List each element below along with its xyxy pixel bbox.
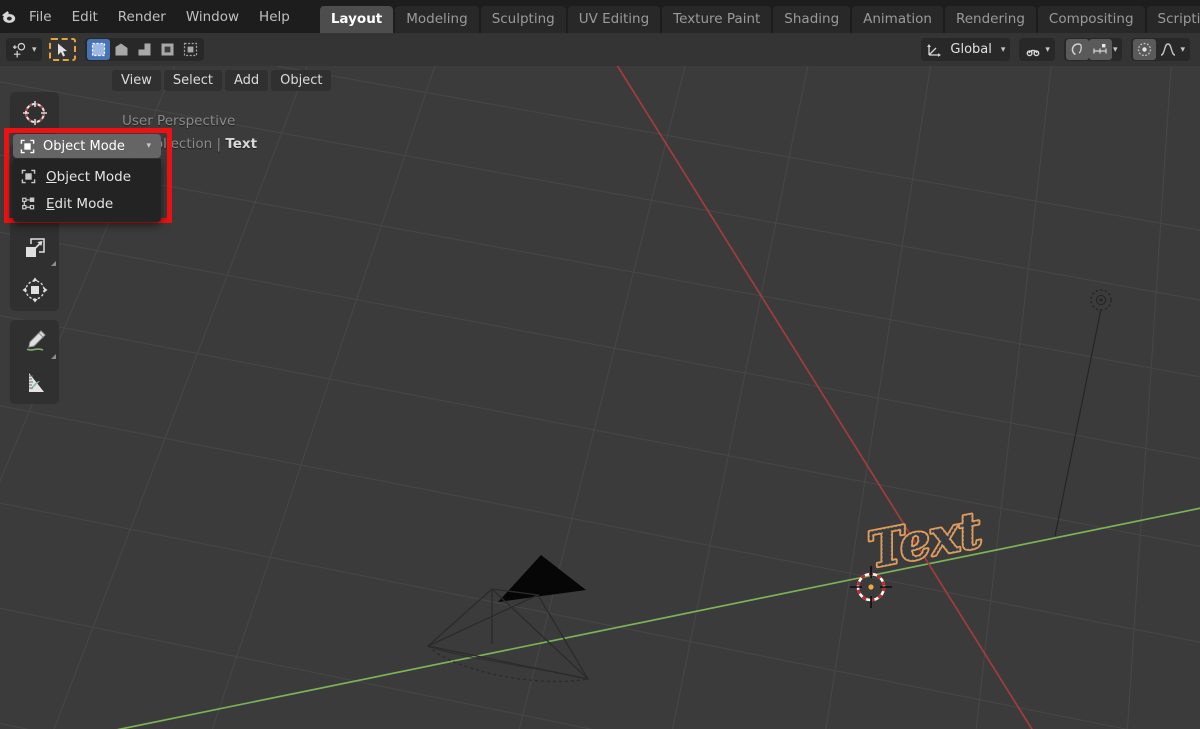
tweak-tool-button[interactable]: [49, 38, 76, 61]
top-bar: File Edit Render Window Help Layout Mode…: [0, 0, 1200, 33]
mode-option-object-mode[interactable]: Object Mode: [13, 163, 161, 190]
snapping-group[interactable]: ▾: [1019, 38, 1055, 61]
menu-help[interactable]: Help: [249, 5, 300, 29]
workspace-tab-shading[interactable]: Shading: [773, 6, 850, 33]
workspace-tab-sculpting[interactable]: Sculpting: [481, 6, 566, 33]
edit-mode-icon: [21, 196, 36, 211]
viewport-3d[interactable]: Text Text Text View Select Add Object Us…: [0, 66, 1200, 729]
tool-measure-icon[interactable]: [10, 362, 59, 404]
editor-type-3d-viewport-icon[interactable]: [8, 39, 31, 60]
menu-file[interactable]: File: [19, 5, 62, 29]
select-box-icon[interactable]: [87, 39, 110, 60]
viewport-canvas: Text Text Text: [0, 66, 1200, 729]
transform-orientation-value: Global: [946, 42, 999, 57]
tool-scale-icon[interactable]: [10, 227, 59, 269]
select-difference-icon[interactable]: [179, 39, 202, 60]
snapping-chevron-down-icon[interactable]: ▾: [1045, 45, 1050, 55]
viewport-menu-add[interactable]: Add: [225, 70, 268, 91]
select-invert-icon[interactable]: [156, 39, 179, 60]
workspace-tab-compositing[interactable]: Compositing: [1038, 6, 1145, 33]
mode-option-edit-mode[interactable]: Edit Mode: [13, 190, 161, 217]
workspace-tab-scripting[interactable]: Scripting: [1147, 6, 1200, 33]
editor-type-group: ▾: [6, 38, 42, 61]
viewport-active-object-label: Text: [225, 136, 257, 152]
accel-key-o: O: [46, 169, 57, 185]
editor-type-chevron-down-icon[interactable]: ▾: [32, 45, 37, 55]
menu-edit[interactable]: Edit: [62, 5, 108, 29]
mode-option-edit-mode-label: Edit Mode: [46, 196, 113, 212]
object-mode-icon: [20, 139, 35, 154]
proportional-chevron-down-icon[interactable]: ▾: [1113, 45, 1118, 55]
mode-option-edit-mode-rest: dit Mode: [55, 196, 114, 212]
falloff-chevron-down-icon[interactable]: ▾: [1180, 45, 1185, 55]
mode-selector-dropdown: Object Mode Edit Mode: [13, 159, 161, 222]
app-menu-bar: File Edit Render Window Help: [19, 5, 300, 29]
falloff-group: ▾: [1131, 38, 1190, 61]
tool-annotate-icon[interactable]: [10, 320, 59, 362]
menu-window[interactable]: Window: [176, 5, 249, 29]
tool-cursor-icon[interactable]: [10, 92, 59, 134]
viewport-menu-object[interactable]: Object: [271, 70, 331, 91]
mode-selector-button[interactable]: Object Mode ▾: [13, 134, 161, 158]
viewport-menu-bar: View Select Add Object: [112, 70, 331, 91]
blender-window: File Edit Render Window Help Layout Mode…: [0, 0, 1200, 729]
transform-orientation-group[interactable]: Global ▾: [921, 38, 1010, 61]
blender-logo-icon[interactable]: [0, 0, 19, 33]
magnet-icon[interactable]: [1021, 39, 1044, 60]
toolbar-group-annotate: [10, 320, 59, 404]
proportional-projected-icon[interactable]: [1133, 39, 1156, 60]
workspace-tab-layout[interactable]: Layout: [320, 6, 393, 33]
workspace-tab-rendering[interactable]: Rendering: [945, 6, 1036, 33]
menu-render[interactable]: Render: [108, 5, 176, 29]
workspace-tab-texture-paint[interactable]: Texture Paint: [662, 6, 771, 33]
mode-selector-chevron-down-icon[interactable]: ▾: [146, 141, 151, 151]
transform-orientation-chevron-down-icon[interactable]: ▾: [1001, 45, 1006, 55]
select-mode-group: [85, 38, 204, 61]
falloff-smooth-icon[interactable]: [1156, 39, 1179, 60]
object-mode-icon: [21, 169, 36, 184]
proportional-edit-group: ▾: [1064, 38, 1123, 61]
workspace-tab-animation[interactable]: Animation: [852, 6, 943, 33]
mode-option-object-mode-label: Object Mode: [46, 169, 131, 185]
viewport-menu-select[interactable]: Select: [164, 70, 222, 91]
orientation-axis-icon: [923, 39, 946, 60]
workspace-tab-modeling[interactable]: Modeling: [395, 6, 478, 33]
select-lasso-icon[interactable]: [133, 39, 156, 60]
select-circle-icon[interactable]: [110, 39, 133, 60]
viewport-menu-view[interactable]: View: [112, 70, 161, 91]
proportional-edit-icon[interactable]: [1066, 39, 1089, 60]
mode-option-object-mode-rest: bject Mode: [57, 169, 131, 185]
viewport-perspective-label: User Perspective: [122, 110, 257, 133]
workspace-tab-uv-editing[interactable]: UV Editing: [568, 6, 660, 33]
accel-key-e: E: [46, 196, 55, 212]
workspace-tabs: Layout Modeling Sculpting UV Editing Tex…: [320, 0, 1200, 33]
tool-transform-icon[interactable]: [10, 269, 59, 311]
viewport-header: ▾: [0, 33, 1200, 66]
mode-selector-value: Object Mode: [43, 139, 145, 154]
proportional-connected-icon[interactable]: [1089, 39, 1112, 60]
toolbar-group-cursor: [10, 92, 59, 134]
